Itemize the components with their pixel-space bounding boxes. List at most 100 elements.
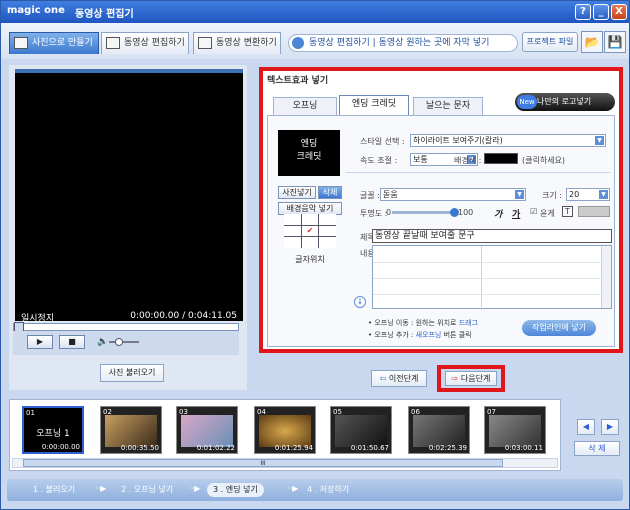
close-button[interactable]: X <box>611 4 627 20</box>
thumb-time: 0:00:35.50 <box>120 444 159 452</box>
open-folder-icon[interactable]: 📂 <box>581 31 603 53</box>
prev-item-button[interactable]: ◀ <box>577 419 595 435</box>
timeline-thumb[interactable]: 03 0:01:02.22 <box>176 406 238 454</box>
save-disk-icon[interactable]: 💾 <box>604 31 626 53</box>
hint-move-text: • 오프닝 이동 : 원하는 위치로 <box>368 319 457 327</box>
player-controls: ▶ ■ 🔈 <box>13 331 239 355</box>
font-value: 돋움 <box>383 190 398 199</box>
font-select[interactable]: 돋움 ▼ <box>380 188 526 201</box>
tab-make-photo[interactable]: 사진으로 만들기 <box>9 32 99 54</box>
hint-move: • 오프닝 이동 : 원하는 위치로 드래그 <box>368 318 478 328</box>
add-to-timeline-button[interactable]: 작업라인에 넣기 <box>522 320 596 336</box>
position-cell[interactable] <box>301 214 319 225</box>
next-step-label: 다음단계 <box>460 374 491 383</box>
content-scrollbar[interactable] <box>601 246 611 308</box>
bgcolor-swatch[interactable] <box>484 153 518 164</box>
thumb-time: 0:01:50.67 <box>350 444 389 452</box>
thumb-image <box>259 415 311 447</box>
next-item-button[interactable]: ▶ <box>601 419 619 435</box>
tab-body: 엔딩 크레딧 사진넣기 삭제 배경음악 넣기 ✔ 글자위치 스타일 선택 : 하… <box>267 115 615 347</box>
thumb-index: 04 <box>257 408 266 416</box>
position-cell[interactable] <box>301 237 319 248</box>
delete-photo-button[interactable]: 삭제 <box>318 186 342 199</box>
add-line-button[interactable]: ↓ <box>354 296 366 308</box>
timeline-thumb[interactable]: 05 0:01:50.67 <box>330 406 392 454</box>
tab-convert-video[interactable]: 동영상 변환하기 <box>193 32 281 54</box>
hint-new-opening-link[interactable]: 새오프닝 <box>416 331 442 339</box>
play-button[interactable]: ▶ <box>27 335 53 349</box>
breadcrumb[interactable]: 동영상 편집하기 | 동영상 원하는 곳에 자막 넣기 <box>288 34 518 52</box>
opacity-max: 100 <box>458 208 474 217</box>
position-cell[interactable] <box>319 237 336 248</box>
next-step-button[interactable]: ⇨ 다음단계 <box>445 371 497 386</box>
thumb-index: 07 <box>487 408 496 416</box>
info-icon <box>292 37 304 49</box>
tab-opening[interactable]: 오프닝 <box>273 97 337 115</box>
thumb-image <box>413 415 465 447</box>
position-cell-selected[interactable]: ✔ <box>301 225 319 237</box>
size-select[interactable]: 20 ▼ <box>566 188 610 201</box>
stop-button[interactable]: ■ <box>59 335 85 349</box>
speed-value: 보통 <box>413 155 428 164</box>
style-select[interactable]: 하이라이트 보여주기(칼라) ▼ <box>410 134 606 147</box>
divider <box>346 172 610 173</box>
step-load: 1 . 불러오기 <box>33 485 76 494</box>
preview-line1: 엔딩 <box>300 139 318 149</box>
help-button[interactable]: ? <box>575 4 591 20</box>
thumb-index: 03 <box>179 408 188 416</box>
arrow-right-icon: ⇨ <box>451 374 459 383</box>
hint-drag-link[interactable]: 드래그 <box>459 319 478 327</box>
chevron-right-icon: ··▶ <box>287 484 299 493</box>
logo-button-label: 나만의 로고넣기 <box>537 97 592 106</box>
insert-photo-button[interactable]: 사진넣기 <box>278 186 316 199</box>
breadcrumb-text: 동영상 편집하기 | 동영상 원하는 곳에 자막 넣기 <box>309 38 490 48</box>
timeline-scrollbar[interactable]: III <box>12 458 558 468</box>
photo-load-button[interactable]: 사진 불러오기 <box>100 364 164 382</box>
timeline-thumb[interactable]: 06 0:02:25.39 <box>408 406 470 454</box>
position-cell[interactable] <box>284 214 301 225</box>
seek-bar[interactable] <box>13 322 239 332</box>
panel-title: 텍스트효과 넣기 <box>267 76 329 86</box>
bgcolor-hint: (클릭하세요) <box>522 156 566 165</box>
size-label: 크기 : <box>542 191 562 200</box>
chevron-right-icon: ··▶ <box>189 484 201 493</box>
step-ending: 3 . 엔딩 넣기 <box>207 483 264 497</box>
app-window: magic one 동영상 편집기 ? _ X 사진으로 만들기 동영상 편집하… <box>0 0 630 510</box>
position-cell[interactable] <box>319 225 336 237</box>
text-position-grid[interactable]: ✔ <box>284 214 336 248</box>
timeline-thumb[interactable]: 01 오프닝 1 0:00:00.00 <box>22 406 84 454</box>
opacity-min: 0 <box>386 208 392 217</box>
underline-icon[interactable]: 가 <box>512 207 520 220</box>
thumb-image <box>105 415 157 447</box>
content-textarea[interactable] <box>372 245 612 310</box>
opacity-slider[interactable] <box>392 208 459 217</box>
volume-knob[interactable] <box>115 338 123 346</box>
volume-slider[interactable] <box>109 338 139 346</box>
text-color-icon[interactable]: T <box>562 206 573 217</box>
title-input[interactable]: 동영상 끝날때 보여줄 문구 <box>372 229 612 243</box>
prev-step-button[interactable]: ⇦ 이전단계 <box>371 370 427 387</box>
text-color-swatch[interactable] <box>578 206 610 217</box>
shadow-checkbox[interactable]: ☑ <box>530 207 537 216</box>
project-file-button[interactable]: 프로젝트 파일 <box>522 32 578 52</box>
minimize-button[interactable]: _ <box>593 4 609 20</box>
position-cell[interactable] <box>319 214 336 225</box>
my-logo-button[interactable]: New 나만의 로고넣기 <box>515 93 615 111</box>
tab-flying-text[interactable]: 날으는 문자 <box>413 97 483 115</box>
tab-edit-video[interactable]: 동영상 편집하기 <box>101 32 189 54</box>
prev-step-label: 이전단계 <box>388 374 419 383</box>
timeline-scroll-thumb[interactable]: III <box>23 459 503 467</box>
timeline-thumb[interactable]: 07 0:03:00.11 <box>484 406 546 454</box>
timeline-thumb[interactable]: 02 0:00:35.50 <box>100 406 162 454</box>
timeline-thumb[interactable]: 04 0:01:25.94 <box>254 406 316 454</box>
position-label: 글자위치 <box>295 255 325 264</box>
thumb-time: 0:00:00.00 <box>41 443 80 451</box>
ending-preview: 엔딩 크레딧 <box>278 130 340 176</box>
italic-icon[interactable]: 가 <box>494 207 502 220</box>
delete-clip-button[interactable]: 삭 제 <box>574 441 620 456</box>
position-cell[interactable] <box>284 225 301 237</box>
position-cell[interactable] <box>284 237 301 248</box>
text-effect-panel: 텍스트효과 넣기 오프닝 엔딩 크레딧 날으는 문자 New 나만의 로고넣기 … <box>259 67 623 353</box>
bgcolor-label: 배경색 : <box>454 156 482 165</box>
tab-ending-credit[interactable]: 엔딩 크레딧 <box>339 95 409 115</box>
